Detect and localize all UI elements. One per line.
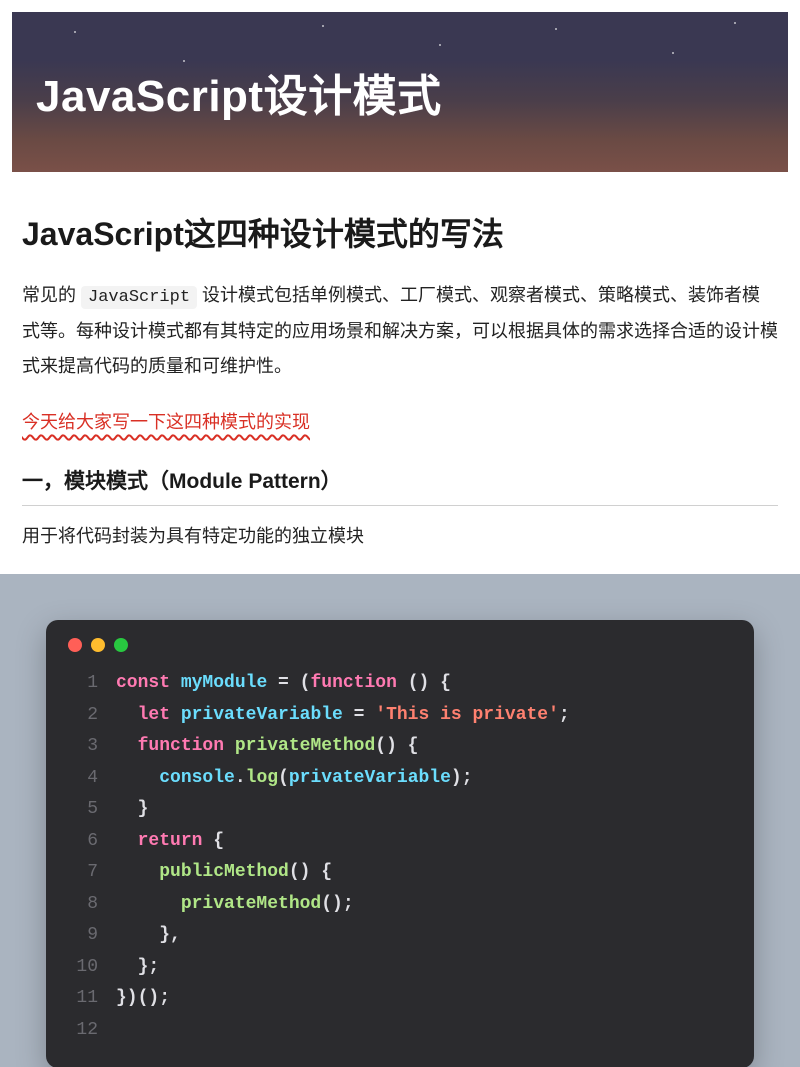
inline-code: JavaScript xyxy=(81,286,197,309)
code-line: 6 return { xyxy=(68,826,732,858)
code-content: const myModule = (function () { xyxy=(116,668,451,700)
window-controls xyxy=(68,638,732,652)
maximize-icon xyxy=(114,638,128,652)
line-number: 7 xyxy=(68,857,98,889)
code-line: 4 console.log(privateVariable); xyxy=(68,763,732,795)
line-number: 3 xyxy=(68,731,98,763)
code-content: let privateVariable = 'This is private'; xyxy=(116,700,570,732)
code-block: 1const myModule = (function () {2 let pr… xyxy=(68,668,732,1046)
code-content: })(); xyxy=(116,983,170,1015)
code-line: 10 }; xyxy=(68,952,732,984)
section-1-desc: 用于将代码封装为具有特定功能的独立模块 xyxy=(22,520,778,552)
line-number: 6 xyxy=(68,826,98,858)
code-content: } xyxy=(116,794,148,826)
minimize-icon xyxy=(91,638,105,652)
line-number: 2 xyxy=(68,700,98,732)
hero-banner: JavaScript设计模式 xyxy=(12,12,788,172)
code-window: 1const myModule = (function () {2 let pr… xyxy=(46,620,754,1067)
line-number: 5 xyxy=(68,794,98,826)
code-line: 2 let privateVariable = 'This is private… xyxy=(68,700,732,732)
highlight-text: 今天给大家写一下这四种模式的实现 xyxy=(22,408,310,437)
code-content: }, xyxy=(116,920,181,952)
code-content: return { xyxy=(116,826,224,858)
code-line: 7 publicMethod() { xyxy=(68,857,732,889)
code-frame: 1const myModule = (function () {2 let pr… xyxy=(0,574,800,1067)
line-number: 12 xyxy=(68,1015,98,1047)
code-line: 3 function privateMethod() { xyxy=(68,731,732,763)
code-line: 8 privateMethod(); xyxy=(68,889,732,921)
line-number: 10 xyxy=(68,952,98,984)
code-line: 11 })(); xyxy=(68,983,732,1015)
code-content: }; xyxy=(116,952,159,984)
page-title: JavaScript这四种设计模式的写法 xyxy=(22,214,778,256)
line-number: 9 xyxy=(68,920,98,952)
intro-paragraph: 常见的 JavaScript 设计模式包括单例模式、工厂模式、观察者模式、策略模… xyxy=(22,278,778,384)
code-content: privateMethod(); xyxy=(116,889,354,921)
line-number: 11 xyxy=(68,983,98,1015)
line-number: 1 xyxy=(68,668,98,700)
content-area: JavaScript这四种设计模式的写法 常见的 JavaScript 设计模式… xyxy=(0,172,800,1067)
line-number: 8 xyxy=(68,889,98,921)
code-line: 12 xyxy=(68,1015,732,1047)
hero-title: JavaScript设计模式 xyxy=(36,60,442,124)
line-number: 4 xyxy=(68,763,98,795)
code-content: publicMethod() { xyxy=(116,857,332,889)
code-line: 5 } xyxy=(68,794,732,826)
section-1-heading: 一，模块模式（Module Pattern） xyxy=(22,465,778,506)
code-content: function privateMethod() { xyxy=(116,731,419,763)
code-line: 9 }, xyxy=(68,920,732,952)
code-content: console.log(privateVariable); xyxy=(116,763,473,795)
intro-prefix: 常见的 xyxy=(22,285,81,305)
code-line: 1 const myModule = (function () { xyxy=(68,668,732,700)
close-icon xyxy=(68,638,82,652)
